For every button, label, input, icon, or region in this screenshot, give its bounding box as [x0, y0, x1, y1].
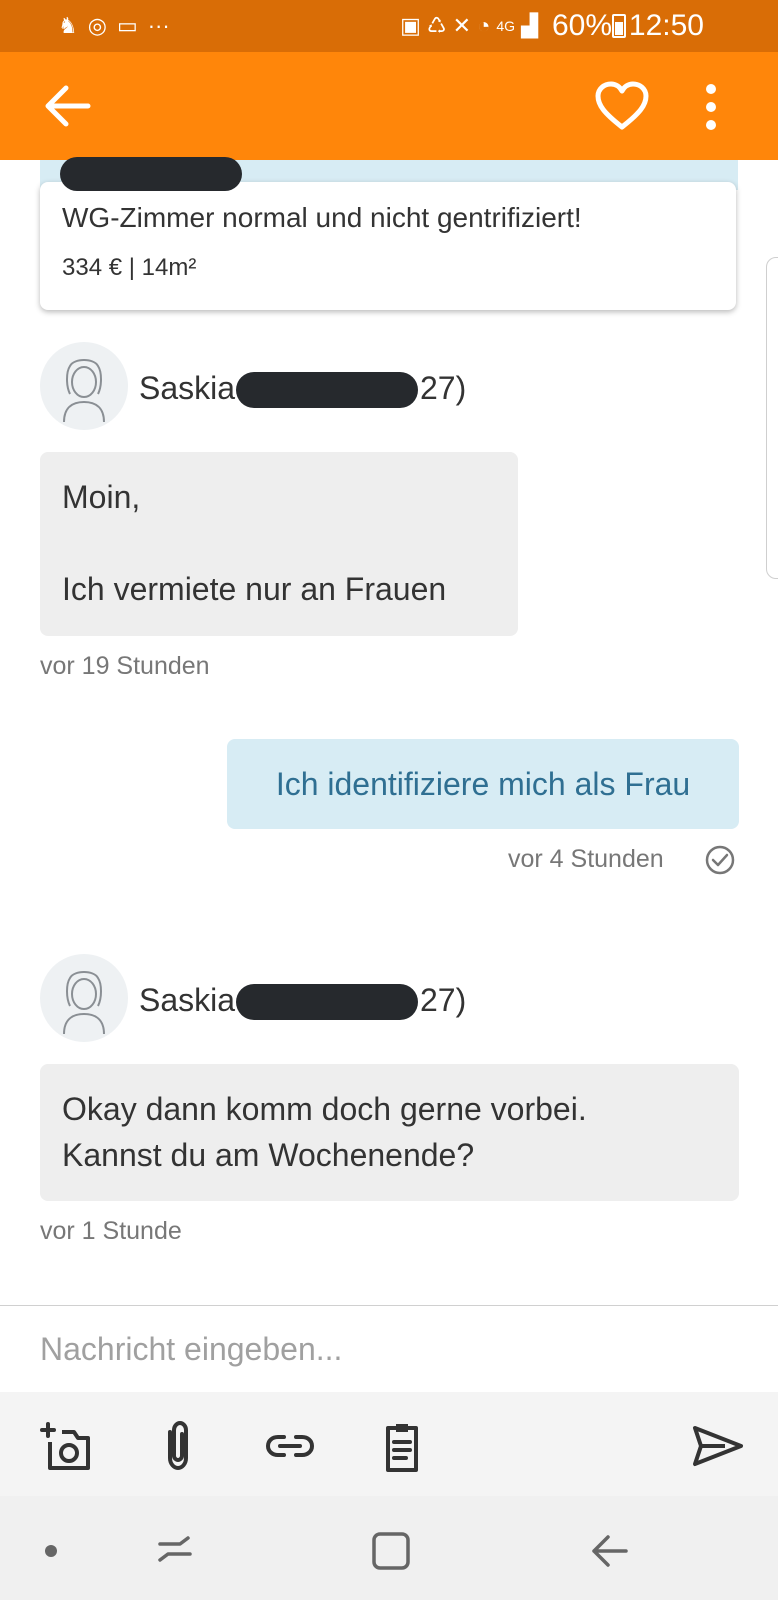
- redaction-bar: [60, 157, 242, 191]
- add-photo-icon[interactable]: [38, 1418, 94, 1474]
- heart-icon[interactable]: [594, 80, 650, 132]
- home-icon[interactable]: [366, 1526, 416, 1576]
- app-notification-icon: ▭: [116, 13, 138, 38]
- status-bar: ♞ ◎ ▭ ··· ▣ ♺ ✕ ◔ 4G ▟ 60% 12:50: [0, 0, 778, 52]
- message-line: [62, 520, 496, 566]
- more-notifications-icon: ···: [147, 13, 170, 38]
- listing-meta: 334 € | 14m²: [62, 254, 197, 281]
- signal-icon: ▟: [521, 13, 538, 38]
- clipboard-icon[interactable]: [374, 1418, 430, 1474]
- message-timestamp: vor 19 Stunden: [40, 652, 210, 680]
- listing-title: WG-Zimmer normal und nicht gentrifiziert…: [62, 202, 582, 233]
- system-nav-bar: [0, 1496, 778, 1600]
- sender-name: Saskia: [139, 370, 236, 406]
- sender-name: Saskia: [139, 982, 236, 1018]
- redaction-bar: [236, 984, 418, 1020]
- composer-toolbar: [0, 1392, 778, 1496]
- recycle-icon: ♺: [426, 13, 447, 38]
- clock: 12:50: [628, 9, 704, 42]
- back-arrow-icon[interactable]: [40, 78, 96, 134]
- back-nav-icon[interactable]: [584, 1526, 634, 1576]
- listing-card[interactable]: WG-Zimmer normal und nicht gentrifiziert…: [40, 182, 736, 310]
- app-bar: [0, 52, 778, 160]
- message-line: Moin,: [62, 479, 141, 515]
- avatar[interactable]: [40, 342, 128, 430]
- sync-icon: ◎: [87, 13, 107, 38]
- message-text: Ich identifiziere mich als Frau: [275, 765, 691, 802]
- send-icon[interactable]: [688, 1418, 746, 1474]
- mute-icon: ✕: [452, 13, 472, 38]
- outgoing-message-bubble[interactable]: Ich identifiziere mich als Frau: [227, 739, 739, 829]
- more-vert-icon[interactable]: [698, 82, 724, 132]
- incoming-message-bubble[interactable]: Moin, Ich vermiete nur an Frauen: [40, 452, 518, 636]
- redaction-bar: [236, 372, 418, 408]
- sender-name-suffix: 27): [420, 370, 467, 406]
- alarm-icon: ◔: [477, 13, 491, 38]
- battery-saver-icon: ▣: [400, 13, 421, 38]
- female-avatar-icon: [63, 359, 105, 423]
- recent-apps-icon[interactable]: [150, 1526, 200, 1576]
- incoming-message-bubble[interactable]: Okay dann komm doch gerne vorbei. Kannst…: [40, 1064, 739, 1201]
- message-line: Okay dann komm doch gerne vorbei.: [62, 1091, 587, 1127]
- message-timestamp: vor 1 Stunde: [40, 1217, 182, 1245]
- message-timestamp: vor 4 Stunden: [508, 845, 664, 873]
- notification-icon: ♞: [58, 13, 78, 38]
- message-input[interactable]: [0, 1306, 778, 1392]
- female-avatar-icon: [63, 971, 105, 1035]
- battery-percent: 60%: [552, 9, 613, 42]
- link-icon[interactable]: [262, 1418, 318, 1474]
- message-line: Ich vermiete nur an Frauen: [62, 571, 447, 607]
- message-line: Kannst du am Wochenende?: [62, 1137, 475, 1173]
- dot-icon[interactable]: [26, 1526, 76, 1576]
- attachment-icon[interactable]: [150, 1418, 206, 1474]
- avatar[interactable]: [40, 954, 128, 1042]
- sender-name-suffix: 27): [420, 982, 467, 1018]
- read-check-icon: [705, 845, 735, 875]
- side-panel-edge[interactable]: [766, 257, 778, 579]
- battery-icon: [612, 14, 626, 38]
- network-type-icon: 4G: [496, 18, 516, 34]
